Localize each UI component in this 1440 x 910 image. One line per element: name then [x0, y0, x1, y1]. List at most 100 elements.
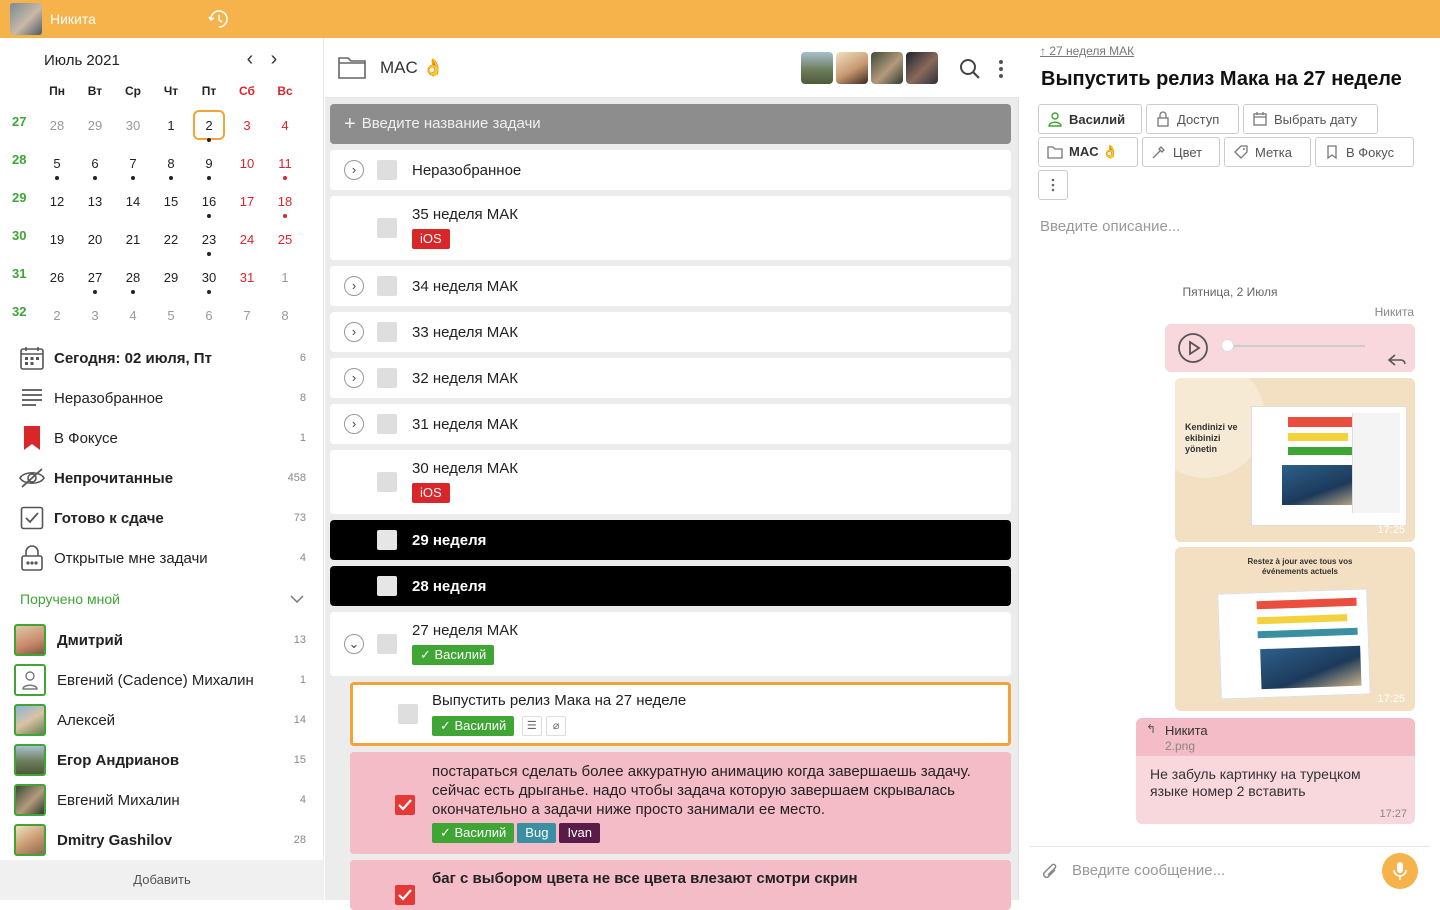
week-number[interactable]: 28	[12, 148, 38, 167]
avatar[interactable]	[871, 52, 903, 84]
calendar-day[interactable]: 28	[38, 110, 76, 133]
more-vertical-icon[interactable]	[997, 58, 1005, 80]
person-item[interactable]: Егор Андрианов 15	[0, 740, 324, 780]
task-checkbox-checked[interactable]	[395, 795, 415, 815]
calendar-day[interactable]: 1	[266, 262, 304, 285]
calendar-day[interactable]: 18	[266, 186, 304, 218]
calendar-day[interactable]: 15	[152, 186, 190, 209]
task-row[interactable]: 35 неделя МАК iOS	[330, 196, 1011, 260]
calendar-day[interactable]: 4	[266, 110, 304, 133]
task-checkbox[interactable]	[377, 530, 397, 550]
chevron-right-icon[interactable]: ›	[344, 368, 364, 388]
subtask-row-selected[interactable]: Выпустить релиз Мака на 27 неделе ✓ Васи…	[350, 682, 1011, 746]
new-task-input[interactable]: + Введите название задачи	[330, 104, 1011, 144]
person-item[interactable]: Евгений Михалин 4	[0, 780, 324, 820]
calendar-day[interactable]: 9	[190, 148, 228, 180]
date-chip[interactable]: Выбрать дату	[1243, 104, 1378, 134]
calendar-day[interactable]: 8	[266, 300, 304, 323]
calendar-day[interactable]: 21	[114, 224, 152, 247]
tag-ios[interactable]: iOS	[412, 483, 450, 503]
subtask-row[interactable]: постараться сделать более аккуратную ани…	[350, 752, 1011, 854]
parent-task-link[interactable]: ↑ 27 неделя МАК	[1040, 44, 1134, 58]
paperclip-icon[interactable]	[1040, 861, 1060, 883]
task-row[interactable]: › Неразобранное	[330, 150, 1011, 190]
audio-scrubber[interactable]	[1221, 339, 1234, 352]
calendar-day[interactable]: 3	[76, 300, 114, 323]
task-row[interactable]: › 32 неделя МАК	[330, 358, 1011, 398]
task-row[interactable]: › 34 неделя МАК	[330, 266, 1011, 306]
calendar-day[interactable]: 25	[266, 224, 304, 247]
avatar[interactable]	[836, 52, 868, 84]
message-input[interactable]: Введите сообщение...	[1072, 862, 1225, 879]
calendar-day[interactable]: 5	[38, 148, 76, 180]
project-title[interactable]: MAC 👌	[380, 58, 444, 78]
task-checkbox[interactable]	[377, 634, 397, 654]
calendar-day[interactable]: 24	[228, 224, 266, 247]
calendar-day[interactable]: 30	[190, 262, 228, 294]
add-button[interactable]: Добавить	[0, 860, 324, 900]
week-number[interactable]: 29	[12, 186, 38, 205]
chevron-right-icon[interactable]: ›	[344, 276, 364, 296]
calendar-day[interactable]: 13	[76, 186, 114, 209]
prev-month-icon[interactable]: ‹	[240, 49, 260, 70]
subtask-row[interactable]: баг с выбором цвета не все цвета влезают…	[350, 860, 1011, 910]
calendar-day[interactable]: 2	[38, 300, 76, 323]
calendar-day[interactable]: 23	[190, 224, 228, 256]
calendar-day[interactable]: 16	[190, 186, 228, 218]
calendar-day[interactable]: 17	[228, 186, 266, 209]
calendar-day[interactable]: 30	[114, 110, 152, 133]
chevron-down-icon[interactable]	[290, 594, 304, 604]
calendar-day[interactable]: 6	[76, 148, 114, 180]
task-row[interactable]: ⌄ 27 неделя МАК ✓ Василий	[330, 612, 1011, 676]
search-icon[interactable]	[959, 58, 981, 80]
user-avatar[interactable]	[10, 3, 42, 35]
task-checkbox[interactable]	[377, 218, 397, 238]
focus-chip[interactable]: В Фокус	[1315, 137, 1414, 167]
task-checkbox[interactable]	[377, 160, 397, 180]
more-options-button[interactable]	[1038, 170, 1068, 200]
sidebar-item-today[interactable]: Сегодня: 02 июля, Пт 6	[0, 338, 324, 378]
color-chip[interactable]: Цвет	[1142, 137, 1220, 167]
image-message[interactable]: Kendinizi ve ekibinizi yönetin 17:25	[1175, 378, 1415, 542]
calendar-day[interactable]: 11	[266, 148, 304, 180]
sync-icon[interactable]	[208, 8, 230, 30]
calendar-day[interactable]: 27	[76, 262, 114, 294]
calendar-day[interactable]: 22	[152, 224, 190, 247]
task-checkbox[interactable]	[377, 276, 397, 296]
audio-progress[interactable]	[1223, 345, 1365, 347]
assigned-by-me-header[interactable]: Поручено мной	[20, 591, 120, 607]
microphone-button[interactable]	[1382, 853, 1418, 889]
next-month-icon[interactable]: ›	[264, 49, 284, 70]
calendar-day[interactable]: 29	[152, 262, 190, 285]
sidebar-item-focus[interactable]: В Фокусе 1	[0, 418, 324, 458]
calendar-day[interactable]: 3	[228, 110, 266, 133]
person-item[interactable]: Алексей 14	[0, 700, 324, 740]
calendar-day[interactable]: 6	[190, 300, 228, 323]
sidebar-item-inbox[interactable]: Неразобранное 8	[0, 378, 324, 418]
assignee-chip[interactable]: Василий	[1038, 104, 1142, 134]
tag-ivan[interactable]: Ivan	[559, 823, 601, 843]
calendar-day[interactable]: 20	[76, 224, 114, 247]
task-checkbox[interactable]	[377, 576, 397, 596]
task-checkbox-checked[interactable]	[395, 885, 415, 905]
calendar-day[interactable]: 7	[114, 148, 152, 180]
calendar-day[interactable]: 19	[38, 224, 76, 247]
user-name[interactable]: Никита	[50, 11, 96, 27]
access-chip[interactable]: Доступ	[1146, 104, 1239, 134]
calendar-day[interactable]: 1	[152, 110, 190, 133]
task-checkbox[interactable]	[377, 414, 397, 434]
week-number[interactable]: 32	[12, 300, 38, 319]
week-number[interactable]: 31	[12, 262, 38, 281]
calendar-day-today[interactable]: 2	[190, 110, 228, 142]
avatar[interactable]	[801, 52, 833, 84]
chevron-right-icon[interactable]: ›	[344, 322, 364, 342]
label-chip[interactable]: Метка	[1224, 137, 1311, 167]
chevron-down-icon[interactable]: ⌄	[344, 634, 364, 654]
play-icon[interactable]	[1177, 332, 1209, 364]
calendar-day[interactable]: 8	[152, 148, 190, 180]
calendar-day[interactable]: 28	[114, 262, 152, 294]
tag-ios[interactable]: iOS	[412, 229, 450, 249]
task-row[interactable]: 28 неделя	[330, 566, 1011, 606]
sidebar-item-unread[interactable]: Непрочитанные 458	[0, 458, 324, 498]
calendar-day[interactable]: 4	[114, 300, 152, 323]
